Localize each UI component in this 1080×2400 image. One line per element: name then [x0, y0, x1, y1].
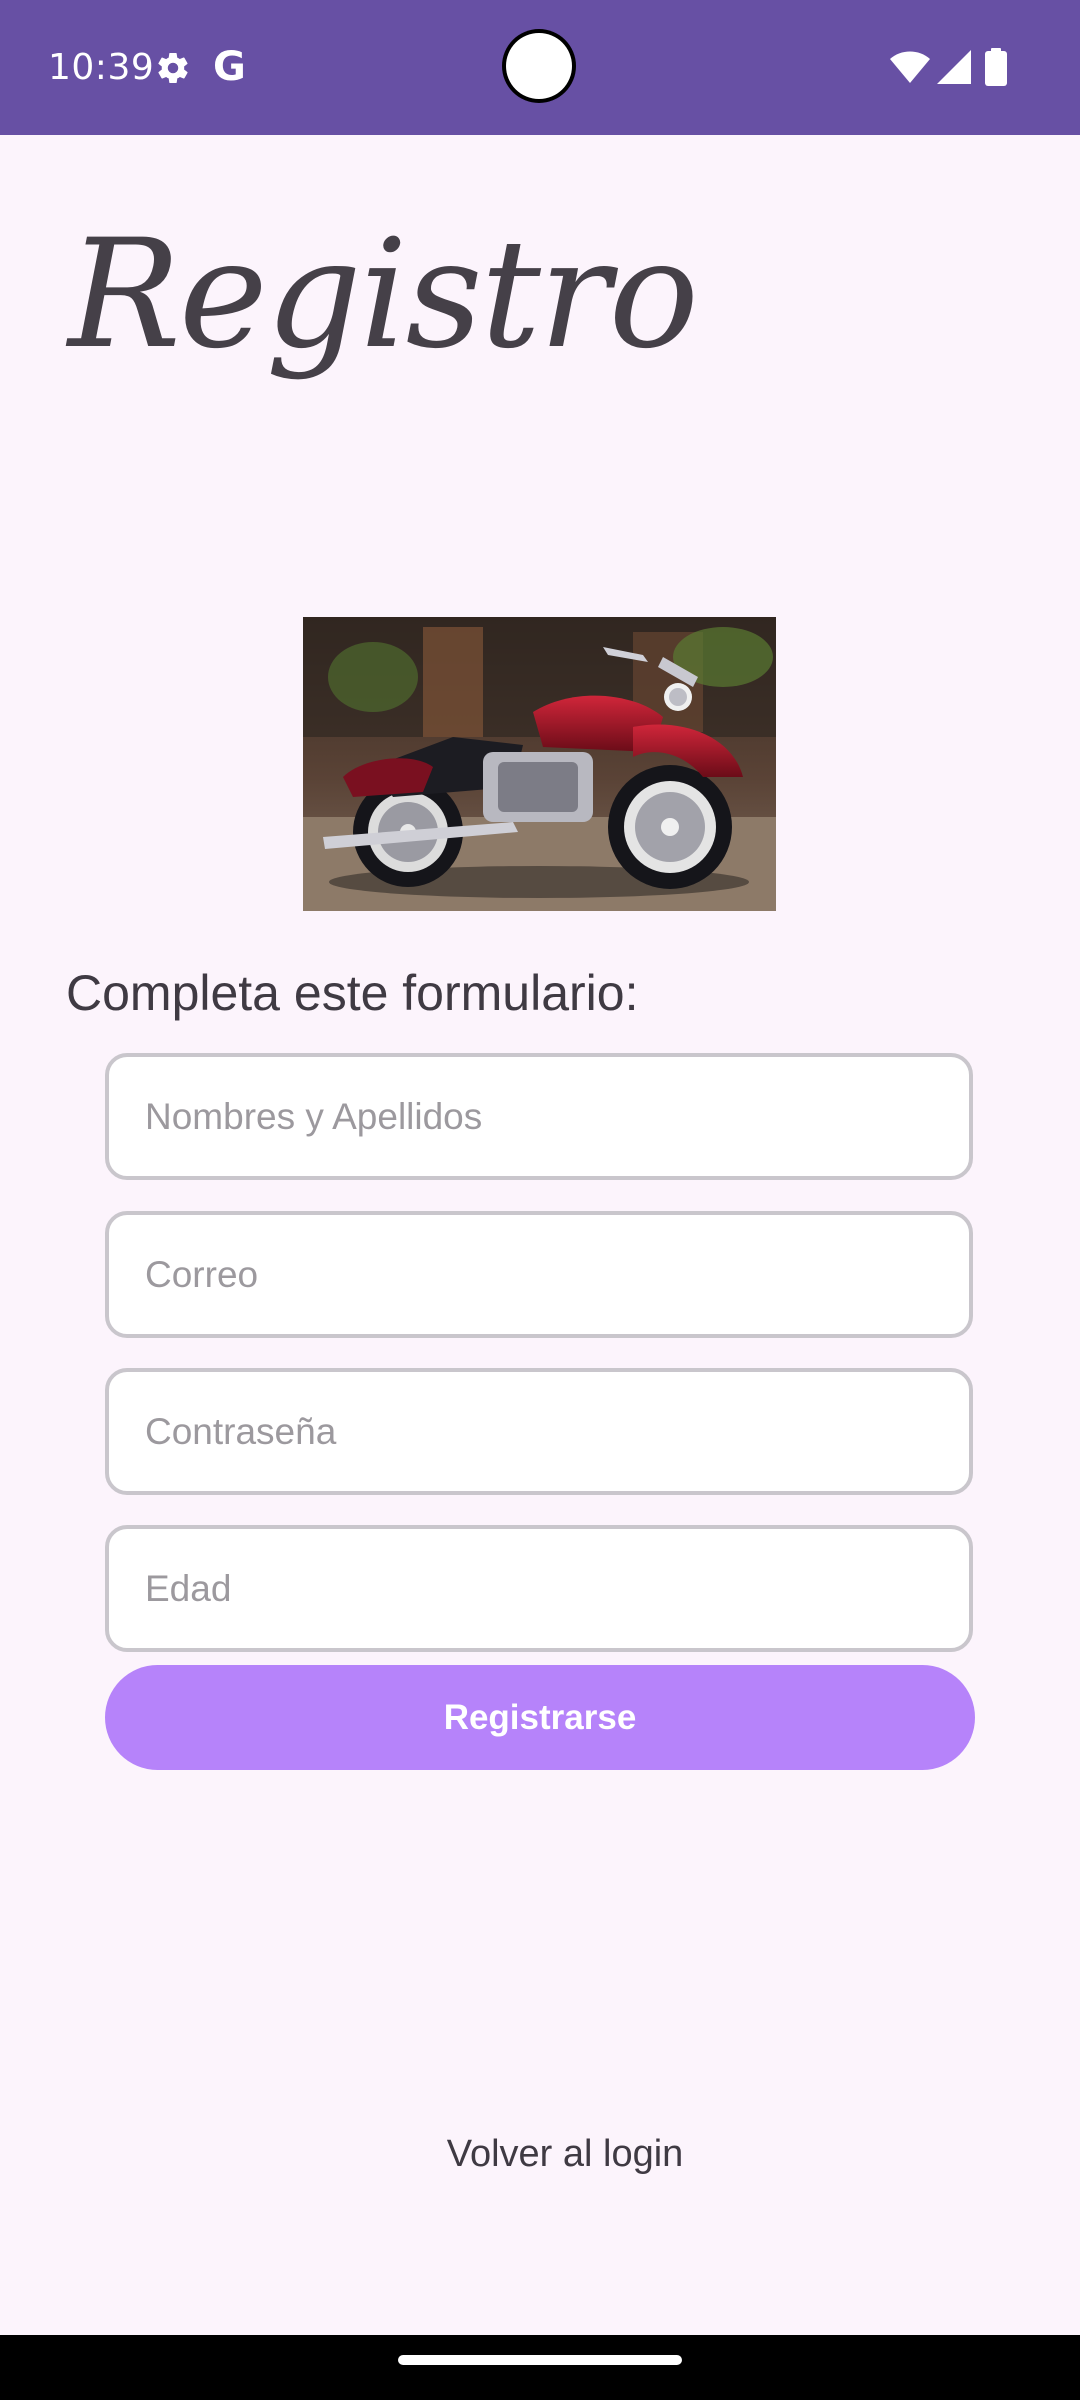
- full-name-input[interactable]: [105, 1053, 973, 1180]
- email-input[interactable]: [105, 1211, 973, 1338]
- motorcycle-image: [303, 617, 776, 911]
- cell-signal-icon: [937, 50, 971, 84]
- navigation-bar: [0, 2335, 1080, 2400]
- google-g-icon: G: [213, 44, 246, 90]
- wifi-icon: [890, 51, 930, 83]
- register-button[interactable]: Registrarse: [105, 1665, 975, 1770]
- password-input[interactable]: [105, 1368, 973, 1495]
- status-time: 10:39: [48, 47, 155, 88]
- back-to-login-link[interactable]: Volver al login: [0, 2124, 1080, 2184]
- page-title: Registro: [68, 208, 699, 382]
- home-indicator[interactable]: [398, 2355, 682, 2365]
- age-input[interactable]: [105, 1525, 973, 1652]
- gear-icon: [158, 53, 188, 84]
- screen: 10:39 G Registro Completa este formulari…: [0, 0, 1080, 2400]
- status-bar: 10:39 G: [0, 0, 1080, 135]
- camera-cutout: [506, 33, 572, 99]
- form-heading: Completa este formulario:: [66, 965, 639, 1021]
- battery-icon: [985, 48, 1007, 86]
